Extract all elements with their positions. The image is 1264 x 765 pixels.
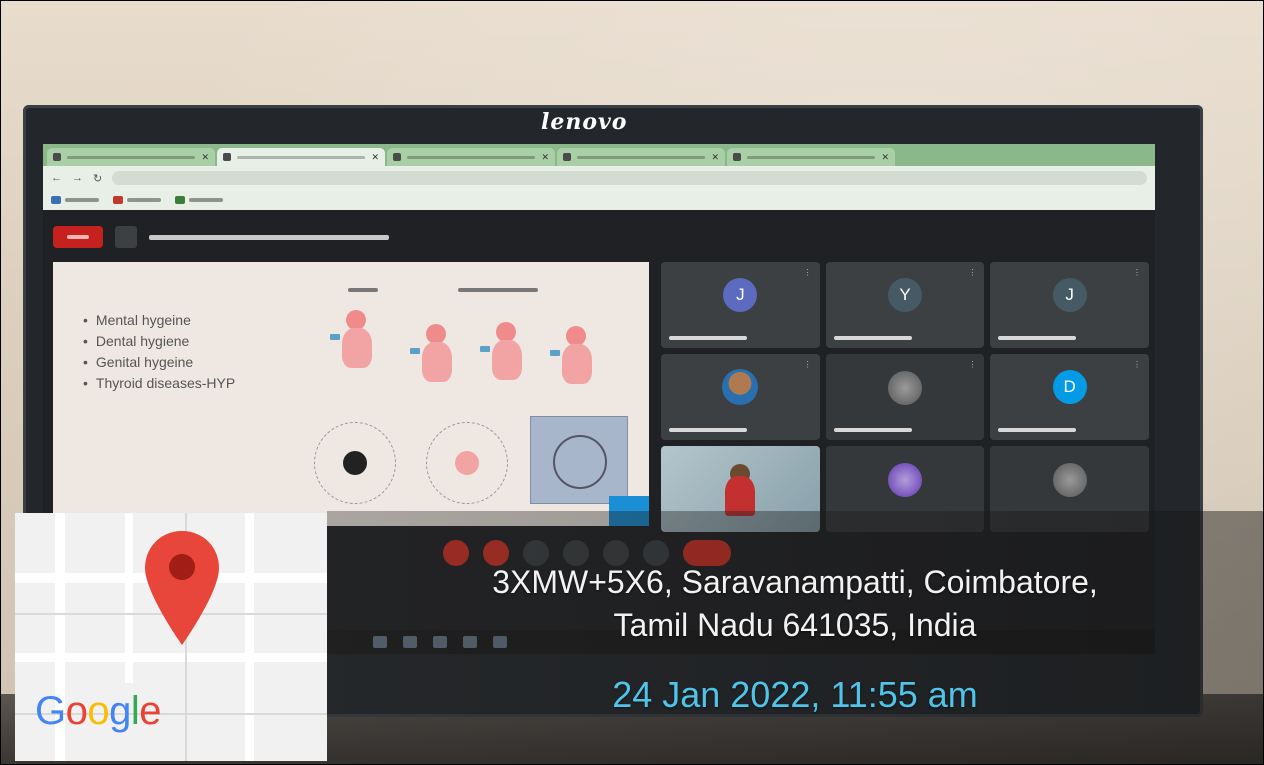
presenter-status xyxy=(149,234,389,240)
avatar-photo xyxy=(887,463,922,498)
recording-badge xyxy=(53,226,103,248)
slide-illustration xyxy=(308,274,638,504)
cycle-diagram xyxy=(426,422,508,504)
more-options-icon[interactable]: ⋮ xyxy=(968,360,976,369)
close-icon[interactable]: ✕ xyxy=(711,152,719,163)
presentation-icon xyxy=(115,226,137,248)
apps-icon xyxy=(51,196,61,204)
avatar: J xyxy=(723,277,758,312)
browser-address-bar: ← → ↻ xyxy=(43,166,1155,190)
address-line-2: Tamil Nadu 641035, India xyxy=(613,607,977,643)
bookmark-item[interactable] xyxy=(175,196,223,204)
posture-figure xyxy=(330,310,374,370)
avatar: D xyxy=(1052,369,1087,404)
bookmark-item[interactable] xyxy=(51,196,99,204)
avatar-photo xyxy=(887,371,922,406)
slide-bullet: Thyroid diseases-HYP xyxy=(83,373,235,394)
posture-figure xyxy=(480,322,524,382)
bookmark-item[interactable] xyxy=(113,196,161,204)
more-options-icon[interactable]: ⋮ xyxy=(804,360,812,369)
participant-name xyxy=(669,336,747,340)
tab-favicon-icon xyxy=(733,153,741,161)
avatar-photo xyxy=(1052,463,1087,498)
maps-icon xyxy=(175,196,185,204)
map-thumbnail: Google xyxy=(15,513,327,761)
participant-tile[interactable]: ⋮ J xyxy=(661,262,820,348)
reload-icon[interactable]: ↻ xyxy=(93,172,102,185)
shared-slide: Mental hygeine Dental hygiene Genital hy… xyxy=(53,262,649,526)
back-arrow-icon[interactable]: ← xyxy=(51,172,62,184)
slide-bullet: Genital hygeine xyxy=(83,352,235,373)
more-options-icon[interactable]: ⋮ xyxy=(1133,360,1141,369)
browser-tab-bar: ✕ ✕ ✕ ✕ ✕ xyxy=(43,144,1155,166)
participant-name xyxy=(669,428,747,432)
browser-tab[interactable]: ✕ xyxy=(727,148,895,166)
monitor-brand-logo: lenovo xyxy=(541,109,628,135)
more-options-icon[interactable]: ⋮ xyxy=(804,268,812,277)
slide-bullets: Mental hygeine Dental hygiene Genital hy… xyxy=(83,310,235,394)
location-pin-icon xyxy=(145,531,219,645)
avatar: J xyxy=(1052,277,1087,312)
bookmarks-bar xyxy=(43,190,1155,210)
slide-bullet: Mental hygeine xyxy=(83,310,235,331)
tab-favicon-icon xyxy=(563,153,571,161)
browser-tab[interactable]: ✕ xyxy=(387,148,555,166)
more-options-icon[interactable]: ⋮ xyxy=(1133,268,1141,277)
participant-grid: ⋮ J ⋮ Y ⋮ J ⋮ ⋮ ⋮ D xyxy=(661,262,1149,532)
address-line-1: 3XMW+5X6, Saravanampatti, Coimbatore, xyxy=(492,564,1098,600)
participant-tile[interactable]: ⋮ Y xyxy=(825,262,985,348)
browser-tab[interactable]: ✕ xyxy=(47,148,215,166)
youtube-icon xyxy=(113,196,123,204)
tab-favicon-icon xyxy=(393,153,401,161)
tab-favicon-icon xyxy=(53,153,61,161)
forward-arrow-icon[interactable]: → xyxy=(72,172,83,184)
participant-tile[interactable]: ⋮ J xyxy=(990,262,1149,348)
participant-tile[interactable]: ⋮ xyxy=(661,354,820,440)
photo-frame: lenovo ✕ ✕ ✕ ✕ ✕ ← → ↻ • Mental hygeine … xyxy=(0,0,1264,765)
meeting-header xyxy=(53,224,389,250)
close-icon[interactable]: ✕ xyxy=(201,152,209,163)
participant-name xyxy=(833,428,912,432)
url-input[interactable] xyxy=(112,171,1147,185)
slide-bullet: Dental hygiene xyxy=(83,331,235,352)
avatar: Y xyxy=(887,277,922,312)
diagram-box xyxy=(530,416,628,504)
close-icon[interactable]: ✕ xyxy=(881,152,889,163)
participant-name xyxy=(998,336,1077,340)
avatar-photo xyxy=(722,368,759,405)
posture-figure xyxy=(550,326,594,386)
browser-tab-active[interactable]: ✕ xyxy=(217,148,385,166)
posture-figure xyxy=(410,324,454,384)
google-logo: Google xyxy=(35,689,162,733)
participant-tile[interactable]: ⋮ xyxy=(825,354,985,440)
cycle-diagram xyxy=(314,422,396,504)
more-options-icon[interactable]: ⋮ xyxy=(968,268,976,277)
participant-name xyxy=(833,336,912,340)
timestamp: 24 Jan 2022, 11:55 am xyxy=(612,674,978,715)
tab-favicon-icon xyxy=(223,153,231,161)
browser-tab[interactable]: ✕ xyxy=(557,148,725,166)
participant-name xyxy=(998,428,1077,432)
close-icon[interactable]: ✕ xyxy=(371,152,379,163)
close-icon[interactable]: ✕ xyxy=(541,152,549,163)
participant-tile[interactable]: ⋮ D xyxy=(990,354,1149,440)
